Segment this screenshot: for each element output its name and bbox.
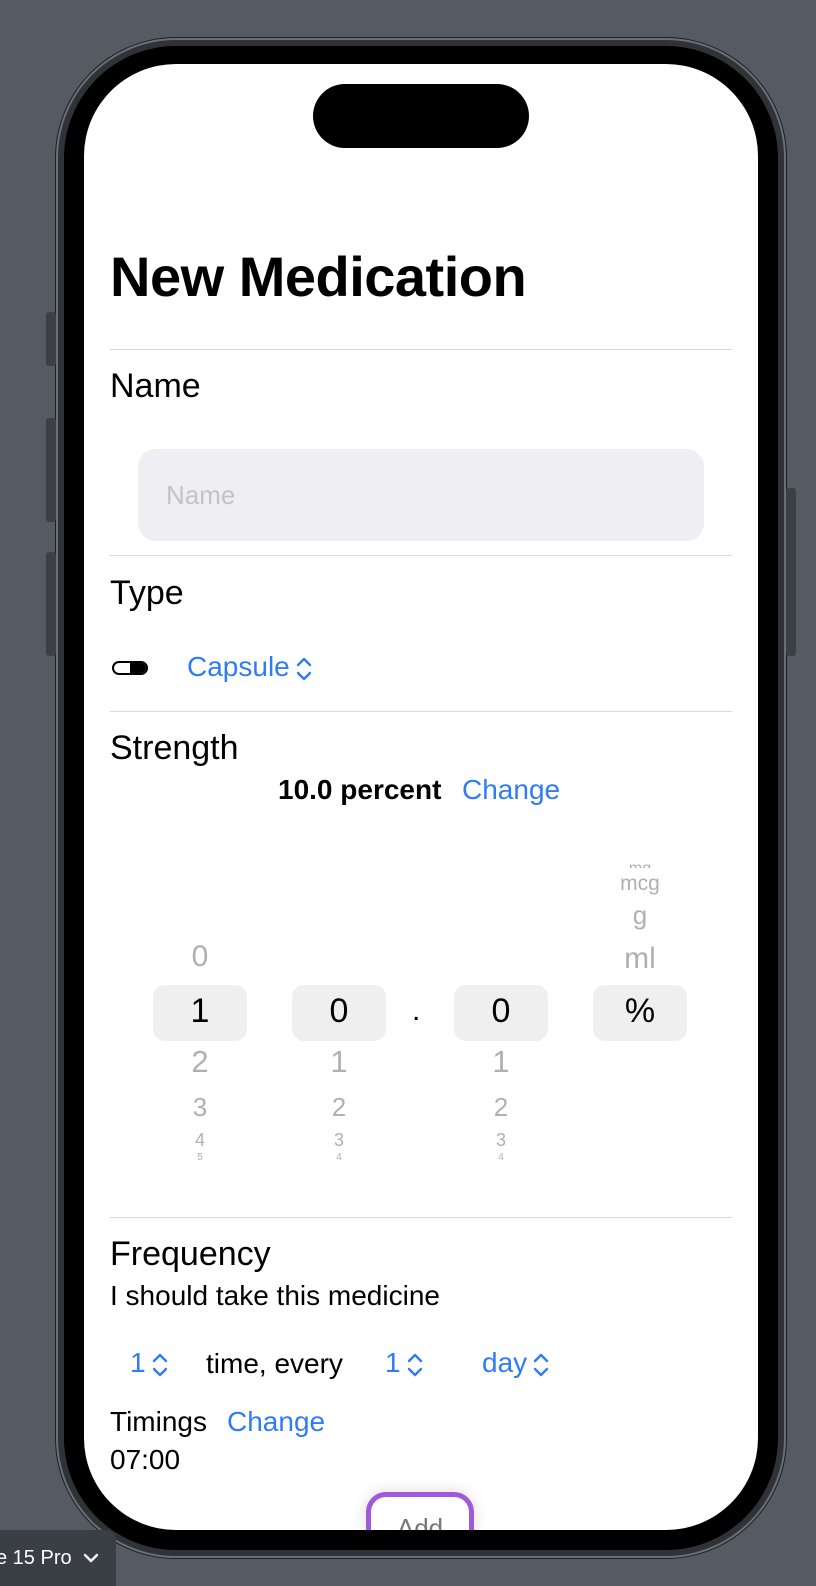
chevron-up-down-icon: [407, 1353, 422, 1376]
wheel-item: 4: [194, 1130, 205, 1150]
type-picker-value: Capsule: [187, 651, 290, 682]
decimal-point: .: [412, 994, 421, 1027]
volume-up-button: [46, 418, 56, 522]
device-selector-label: e 15 Pro: [0, 1546, 72, 1569]
chevron-up-down-icon: [152, 1353, 167, 1376]
divider: [110, 349, 732, 350]
wheel-selected-item: %: [624, 992, 656, 1030]
times-picker-value: 1: [130, 1347, 146, 1378]
chevron-down-icon: [83, 1553, 98, 1563]
strength-tens-wheel[interactable]: 0 1 2 3 4 5: [153, 844, 247, 1164]
wheel-item: 2: [191, 1044, 209, 1079]
name-input[interactable]: [138, 449, 704, 541]
wheel-item: 3: [333, 1130, 344, 1150]
strength-unit-wheel[interactable]: mg mcg g ml %: [593, 844, 687, 1164]
strength-value: 10.0 percent: [278, 774, 442, 805]
power-button: [786, 488, 796, 656]
page-title: New Medication: [110, 245, 527, 308]
wheel-item: 4: [498, 1152, 504, 1160]
interval-picker[interactable]: 1: [385, 1347, 423, 1379]
wheel-item: 0: [191, 940, 209, 973]
add-button-label: Add: [396, 1513, 444, 1530]
chevron-up-down-icon: [533, 1353, 549, 1376]
name-label: Name: [110, 367, 201, 405]
wheel-item: 1: [492, 1044, 510, 1079]
timings-change-link[interactable]: Change: [227, 1406, 325, 1438]
wheel-item: mg: [593, 860, 687, 868]
phone-screen: New Medication Name Type Capsule Strengt…: [84, 64, 758, 1530]
action-button: [46, 312, 56, 366]
volume-down-button: [46, 552, 56, 656]
add-button[interactable]: Add: [366, 1492, 474, 1530]
divider: [110, 555, 732, 556]
wheel-item: 5: [197, 1152, 203, 1160]
strength-change-link[interactable]: Change: [462, 774, 560, 806]
timing-time: 07:00: [110, 1444, 181, 1475]
wheel-item: 3: [192, 1092, 208, 1122]
wheel-item: 4: [336, 1152, 342, 1160]
wheel-item: 3: [495, 1130, 506, 1150]
strength-ones-wheel[interactable]: 0 1 2 3 4: [292, 844, 386, 1164]
times-text: time, every: [206, 1348, 343, 1379]
unit-picker[interactable]: day: [482, 1347, 549, 1379]
wheel-item: g: [632, 900, 648, 930]
frequency-label: Frequency: [110, 1235, 271, 1273]
wheel-item: 1: [330, 1044, 348, 1079]
wheel-item: mcg: [620, 872, 660, 895]
timings-label: Timings: [110, 1406, 207, 1437]
divider: [110, 711, 732, 712]
dynamic-island: [313, 84, 529, 148]
capsule-icon: [112, 661, 148, 675]
device-selector[interactable]: e 15 Pro: [0, 1530, 116, 1586]
frequency-subtitle: I should take this medicine: [110, 1280, 440, 1311]
wheel-selected-item: 1: [190, 992, 210, 1030]
wheel-item: 2: [331, 1092, 347, 1122]
chevron-up-down-icon: [296, 657, 311, 680]
times-picker[interactable]: 1: [130, 1347, 168, 1379]
unit-picker-value: day: [482, 1347, 528, 1378]
wheel-item: 2: [493, 1092, 509, 1122]
interval-picker-value: 1: [385, 1347, 401, 1378]
strength-label: Strength: [110, 729, 239, 767]
wheel-item: ml: [624, 942, 656, 975]
wheel-selected-item: 0: [329, 992, 349, 1030]
divider: [110, 1217, 732, 1218]
type-label: Type: [110, 574, 184, 612]
strength-tenths-wheel[interactable]: 0 1 2 3 4: [454, 844, 548, 1164]
wheel-selected-item: 0: [491, 992, 511, 1030]
type-picker[interactable]: Capsule: [187, 651, 312, 683]
